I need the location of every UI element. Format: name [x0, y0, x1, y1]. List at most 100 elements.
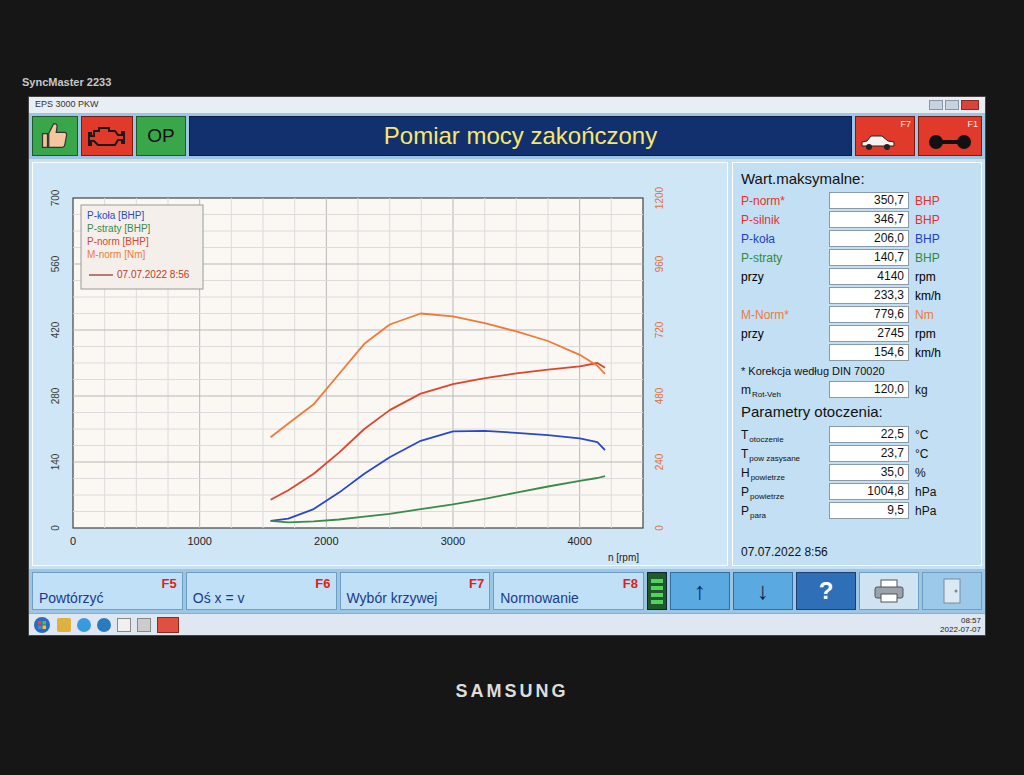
app-icon[interactable] — [137, 618, 151, 632]
value-field: 9,5 — [829, 502, 909, 519]
screen: EPS 3000 PKW OP Pomiar mocy zakończony — [28, 96, 986, 636]
value-field: 35,0 — [829, 464, 909, 481]
function-bar: Powtórzyć F5 Oś x = vF6 Wybór krzywej F7 Norm… — [29, 569, 985, 613]
browser-icon[interactable] — [77, 618, 91, 632]
minimize-icon[interactable] — [929, 100, 943, 110]
value-row: P-silnik346,7BHP — [741, 210, 973, 229]
edge-icon[interactable] — [97, 618, 111, 632]
value-row: mRot-Veh 120,0 kg — [741, 380, 973, 399]
clock-date: 2022-07-07 — [940, 625, 981, 634]
value-field: 206,0 — [829, 230, 909, 247]
value-field: 346,7 — [829, 211, 909, 228]
value-row: Totoczenie22,5°C — [741, 425, 973, 444]
app-icon[interactable] — [117, 618, 131, 632]
roller-button[interactable]: F1 — [918, 116, 982, 156]
function-button[interactable]: Wybór krzywej F7 — [340, 572, 491, 610]
print-button[interactable] — [859, 572, 919, 610]
function-button[interactable]: Powtórzyć F5 — [32, 572, 183, 610]
key-label: F5 — [162, 574, 177, 594]
label-subscript: powietrze — [751, 472, 785, 484]
unit-label: hPa — [915, 502, 936, 520]
help-button[interactable]: ? — [796, 572, 856, 610]
rollers-icon — [926, 133, 974, 151]
section-title: Wart.maksymalne: — [741, 167, 973, 191]
start-icon[interactable] — [33, 616, 51, 634]
label-text: przy — [741, 268, 764, 286]
chart-panel: 0140280420560700024048072096012000100020… — [32, 162, 728, 566]
value-label: przy — [741, 268, 829, 286]
grid-line — [73, 363, 643, 364]
grid-line — [73, 429, 643, 430]
status-title: Pomiar mocy zakończony — [189, 116, 852, 156]
label-subscript: powietrze — [750, 491, 784, 503]
value-label: Tpow zasysane — [741, 445, 829, 463]
dyno-app-icon[interactable] — [157, 617, 179, 633]
chart-legend: P-koła [BHP]P-straty [BHP]P-norm [BHP]M-… — [81, 205, 203, 289]
label-text: P — [741, 502, 749, 520]
legend-item: P-norm [BHP] — [87, 236, 149, 247]
main-area: 0140280420560700024048072096012000100020… — [29, 159, 985, 569]
value-field: 120,0 — [829, 381, 909, 398]
engine-icon — [88, 122, 126, 150]
value-field: 1004,8 — [829, 483, 909, 500]
key-label: F7 — [469, 574, 484, 594]
axis-tick: 0 — [50, 525, 61, 531]
button-label: Wybór krzywej — [347, 591, 462, 606]
value-field: 22,5 — [829, 426, 909, 443]
unit-label: km/h — [915, 344, 941, 362]
up-button[interactable]: ↑ — [670, 572, 730, 610]
unit-label: BHP — [915, 230, 940, 248]
top-bezel: SyncMaster 2233 — [0, 0, 1024, 96]
thumb-up-icon — [40, 121, 70, 151]
unit-label: hPa — [915, 483, 936, 501]
key-label: F8 — [623, 574, 638, 594]
value-label: P-koła — [741, 230, 829, 248]
function-button[interactable]: Oś x = vF6 — [186, 572, 337, 610]
function-button[interactable]: NormowanieF8 — [493, 572, 644, 610]
value-row: przy2745rpm — [741, 324, 973, 343]
window-title: EPS 3000 PKW — [35, 98, 99, 112]
value-label: Ppara — [741, 502, 829, 520]
indicator-segment — [651, 579, 663, 583]
close-icon[interactable] — [961, 100, 979, 110]
indicator-segment — [651, 593, 663, 597]
axis-tick: 4000 — [567, 535, 591, 547]
label-subscript: pow zasysane — [749, 453, 800, 465]
folder-icon[interactable] — [57, 618, 71, 632]
label-text: przy — [741, 325, 764, 343]
key-label: F1 — [967, 118, 978, 132]
label-text: P-norm* — [741, 192, 785, 210]
unit-label: °C — [915, 426, 928, 444]
car-button[interactable]: F7 — [855, 116, 915, 156]
maximize-icon[interactable] — [945, 100, 959, 110]
grid-line — [73, 511, 643, 512]
value-row: M-Norm*779,6Nm — [741, 305, 973, 324]
indicator-segment — [651, 586, 663, 590]
axis-tick: 420 — [50, 321, 61, 338]
label-text: T — [741, 426, 748, 444]
value-field: 140,7 — [829, 249, 909, 266]
button-label: Powtórzyć — [39, 591, 128, 606]
legend-item: P-koła [BHP] — [87, 210, 144, 221]
legend-line — [89, 274, 113, 275]
label-subscript: para — [750, 510, 766, 522]
op-indicator: OP — [136, 116, 186, 156]
exit-button[interactable] — [922, 572, 982, 610]
label-text: m — [741, 381, 751, 399]
unit-label: kg — [915, 381, 928, 399]
down-button[interactable]: ↓ — [733, 572, 793, 610]
printer-icon — [873, 578, 905, 604]
series-line — [271, 476, 605, 522]
value-row: Tpow zasysane23,7°C — [741, 444, 973, 463]
ok-button[interactable] — [32, 116, 78, 156]
legend-item: M-norm [Nm] — [87, 249, 146, 260]
unit-label: BHP — [915, 249, 940, 267]
engine-button[interactable] — [81, 116, 133, 156]
unit-label: BHP — [915, 192, 940, 210]
axis-tick: 2000 — [314, 535, 338, 547]
unit-label: rpm — [915, 325, 936, 343]
axis-tick: 480 — [654, 387, 665, 404]
value-row: 154,6km/h — [741, 343, 973, 362]
label-subscript: Rot-Veh — [752, 389, 781, 401]
value-field: 23,7 — [829, 445, 909, 462]
